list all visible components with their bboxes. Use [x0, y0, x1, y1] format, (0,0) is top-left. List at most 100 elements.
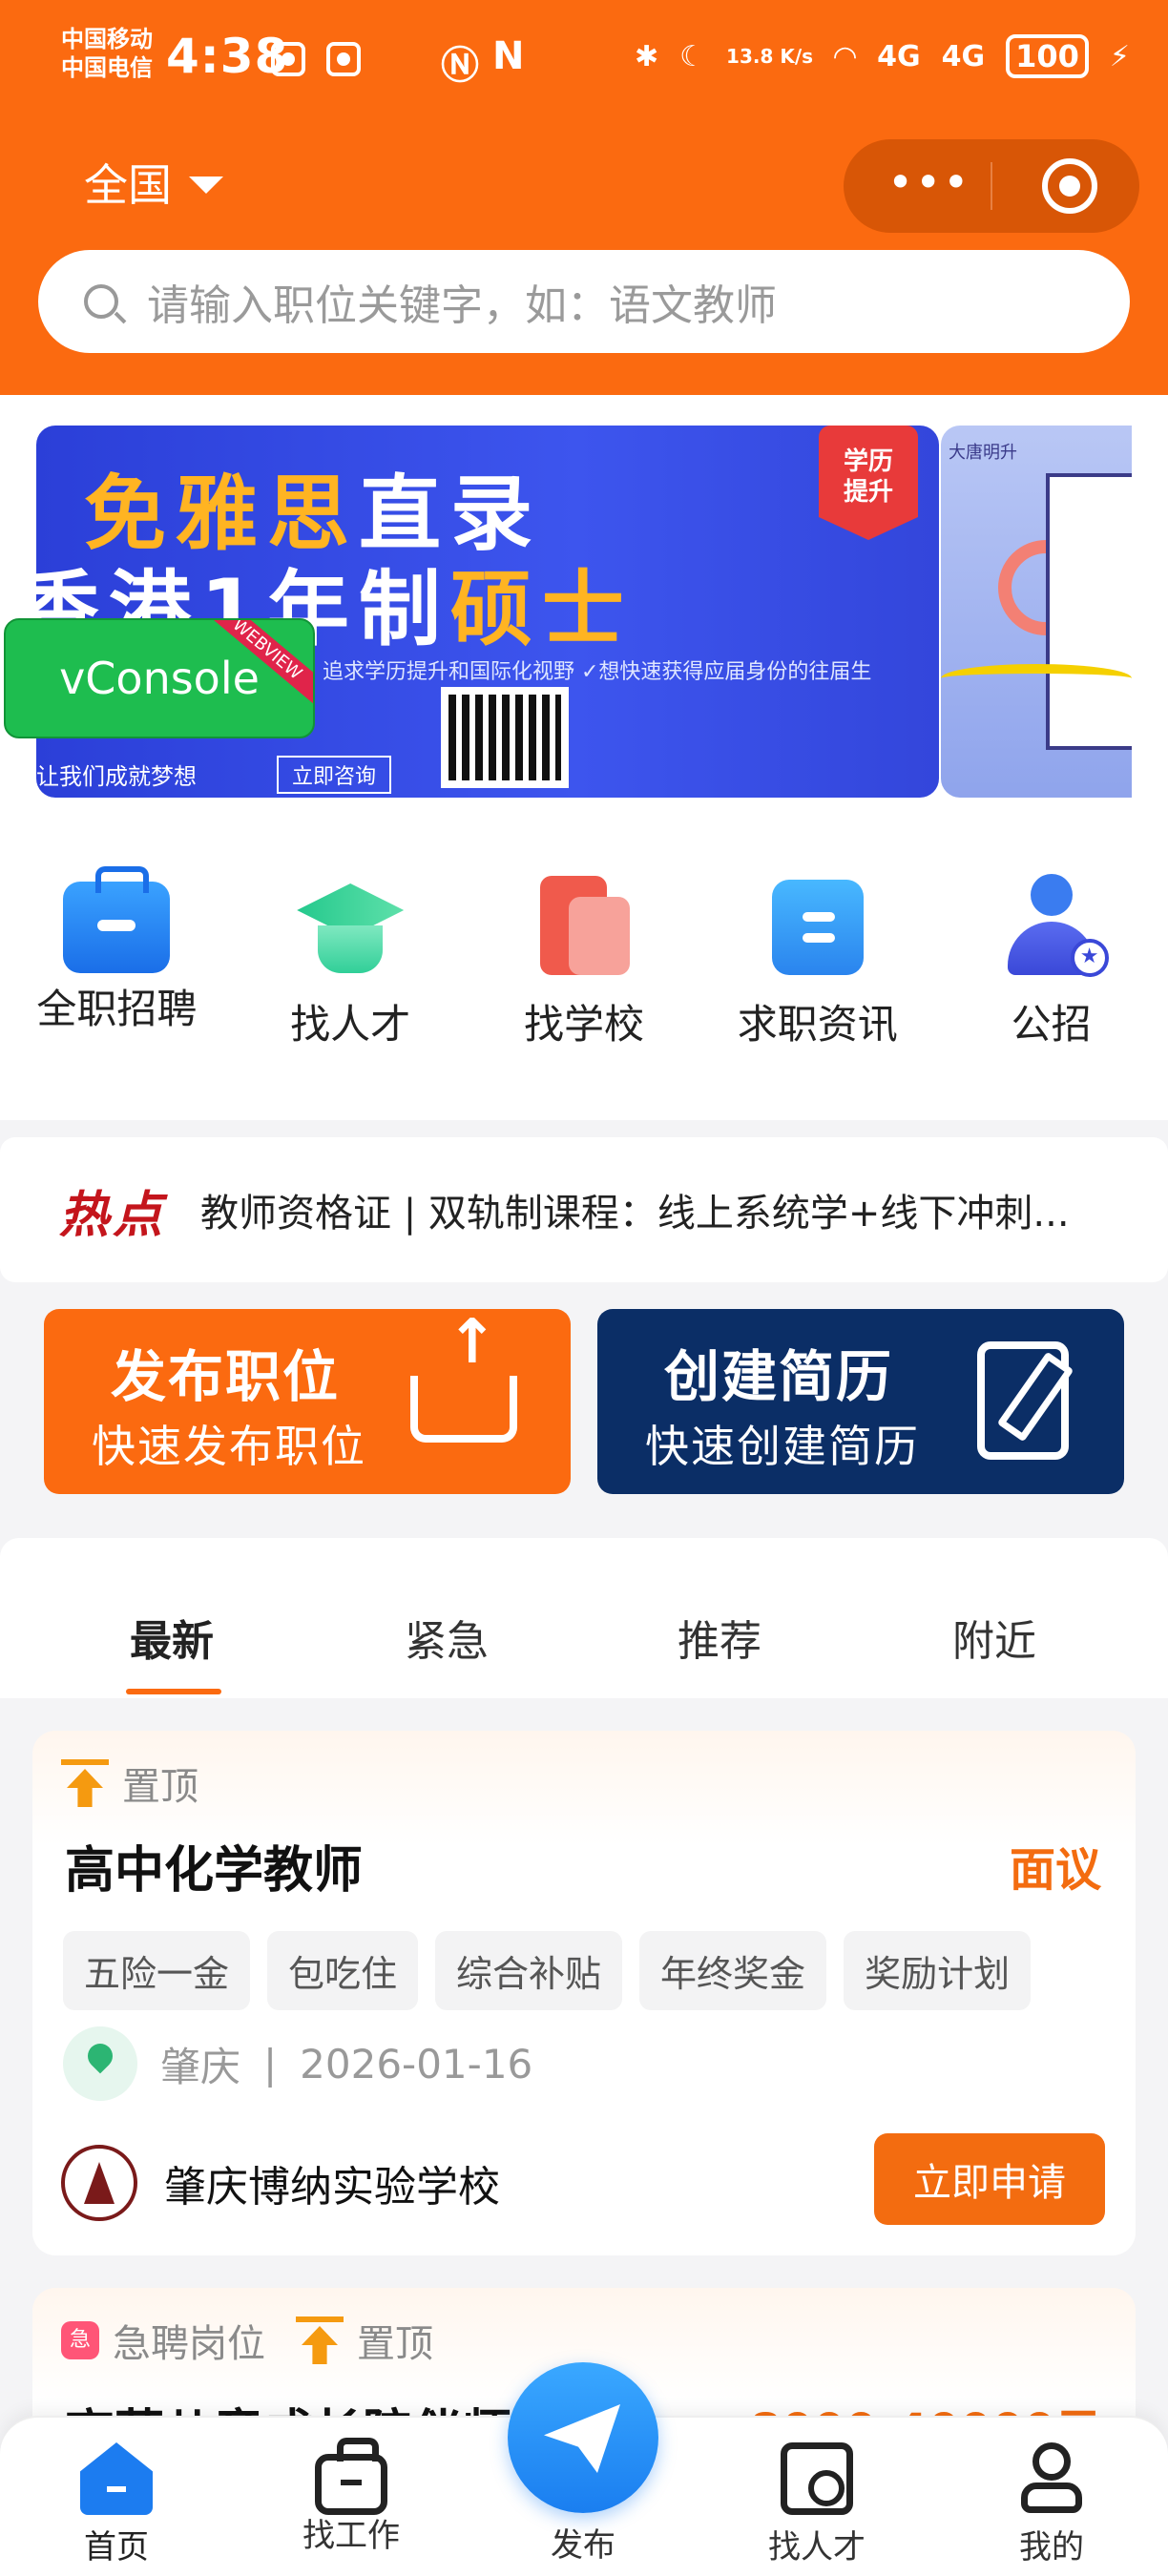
nav-find-talent[interactable]: 找人才 — [740, 2442, 893, 2567]
feature-news[interactable]: 求职资讯 — [713, 872, 923, 1050]
tab-nearby[interactable]: 附近 — [952, 1607, 1036, 1668]
apply-button[interactable]: 立即申请 — [874, 2133, 1105, 2225]
nfc-icon: Ⓝ — [441, 44, 479, 88]
status-right: ✱ ☾ 13.8 K/s ◠ 4G 4G 100 ⚡ — [635, 34, 1130, 78]
feature-public-recruit[interactable]: ★ 公招 — [947, 872, 1157, 1050]
app-notification-icon — [326, 42, 361, 76]
user-icon — [1015, 2442, 1088, 2515]
person-star-icon: ★ — [998, 872, 1109, 979]
search-bar[interactable]: 请输入职位关键字，如：语文教师 — [38, 250, 1130, 353]
nav-find-job[interactable]: 找工作 — [275, 2438, 428, 2556]
carrier-1: 中国移动 — [61, 26, 153, 52]
news-icon — [764, 872, 871, 979]
separator: | — [263, 2040, 278, 2088]
charging-icon: ⚡ — [1109, 39, 1130, 73]
urgent-label: 急聘岗位 — [113, 2322, 265, 2366]
pin-top-icon — [61, 1759, 109, 1807]
hot-badge: 热点 — [59, 1186, 167, 1244]
job-tag: 综合补贴 — [435, 1931, 623, 2010]
job-city: 肇庆 — [160, 2043, 241, 2090]
nav-home[interactable]: 首页 — [40, 2442, 193, 2567]
briefcase-icon — [315, 2438, 387, 2515]
company-name: 肇庆博纳实验学校 — [164, 2163, 500, 2212]
banner-tag: 学历提升 — [819, 426, 918, 540]
home-icon — [80, 2442, 153, 2515]
banner-section: 免雅思直录 香港1年制硕士 学历提升 追求学历提升和国际化视野 ✓想快速获得应届… — [0, 395, 1168, 1120]
nfc-icon: N — [492, 34, 525, 78]
nav-find-job-label: 找工作 — [302, 2517, 400, 2555]
create-resume-subtitle: 快速创建简历 — [645, 1421, 920, 1472]
tab-recommended[interactable]: 推荐 — [678, 1607, 761, 1668]
carrier-labels: 中国移动 中国电信 — [61, 25, 153, 82]
miniprogram-capsule: ••• — [844, 139, 1139, 233]
qr-code — [441, 687, 569, 788]
banner-consult-button[interactable]: 立即咨询 — [277, 756, 392, 794]
post-job-subtitle: 快速发布职位 — [92, 1421, 366, 1472]
upload-tray-icon — [410, 1307, 517, 1443]
feature-talent[interactable]: 找人才 — [245, 872, 455, 1050]
job-tag: 包吃住 — [267, 1931, 419, 2010]
banner2-paper — [1046, 473, 1132, 750]
pinned-label: 置顶 — [357, 2322, 433, 2366]
header: 中国移动 中国电信 4:38 Ⓝ N ✱ ☾ 13.8 K/s ◠ 4G 4G … — [0, 0, 1168, 395]
job-title: 高中化学教师 — [65, 1842, 364, 1900]
feature-label: 找学校 — [523, 1001, 644, 1048]
job-tag: 五险一金 — [63, 1931, 251, 2010]
region-label: 全国 — [84, 159, 172, 211]
nav-find-talent-label: 找人才 — [768, 2528, 866, 2566]
graduation-cap-icon — [297, 872, 404, 979]
carrier-2: 中国电信 — [61, 54, 153, 81]
moon-icon: ☾ — [679, 39, 706, 73]
feature-label: 求职资讯 — [737, 1001, 898, 1048]
nav-mine[interactable]: 我的 — [975, 2442, 1128, 2567]
job-tag: 年终奖金 — [639, 1931, 827, 2010]
bluetooth-icon: ✱ — [634, 39, 659, 73]
publish-button[interactable] — [508, 2362, 658, 2513]
feature-label: 找人才 — [290, 1001, 411, 1048]
close-target-icon[interactable] — [1042, 158, 1097, 214]
publish-label: 发布 — [551, 2526, 615, 2565]
banner2-wave — [941, 664, 1132, 693]
promo-banner-next[interactable]: 大唐明升 — [941, 426, 1132, 798]
feature-school[interactable]: 找学校 — [479, 872, 689, 1050]
company-row: 肇庆博纳实验学校 — [61, 2145, 500, 2221]
vconsole-button[interactable]: vConsole WEBVIEW — [4, 618, 315, 738]
nav-mine-label: 我的 — [1019, 2528, 1084, 2566]
nav-home-label: 首页 — [84, 2528, 149, 2566]
capsule-divider — [991, 162, 992, 210]
caret-down-icon — [189, 177, 223, 194]
hot-news-bar[interactable]: 热点 教师资格证 | 双轨制课程：线上系统学+线下冲刺... — [0, 1137, 1168, 1282]
post-job-card[interactable]: 发布职位 快速发布职位 — [44, 1307, 571, 1494]
feature-label: 公招 — [1011, 1001, 1092, 1048]
battery-icon: 100 — [1006, 34, 1089, 78]
pinned-label: 置顶 — [122, 1765, 198, 1809]
tab-latest[interactable]: 最新 — [130, 1607, 214, 1668]
status-bar: 中国移动 中国电信 4:38 Ⓝ N ✱ ☾ 13.8 K/s ◠ 4G 4G … — [0, 0, 1168, 122]
hot-text: 教师资格证 | 双轨制课程：线上系统学+线下冲刺... — [200, 1192, 1070, 1236]
search-input[interactable]: 请输入职位关键字，如：语文教师 — [147, 271, 777, 332]
job-tags: 五险一金 包吃住 综合补贴 年终奖金 奖励计划 — [63, 1931, 1032, 2010]
briefcase-icon — [63, 866, 171, 973]
tab-indicator — [126, 1689, 221, 1694]
promo-banner[interactable]: 免雅思直录 香港1年制硕士 学历提升 追求学历提升和国际化视野 ✓想快速获得应届… — [36, 426, 939, 798]
vconsole-label: vConsole — [59, 653, 260, 704]
job-date: 2026-01-16 — [300, 2040, 533, 2088]
banner-subtitle: 追求学历提升和国际化视野 ✓想快速获得应届身份的往届生 — [323, 660, 872, 684]
tab-urgent[interactable]: 紧急 — [405, 1607, 489, 1668]
urgent-icon: 急 — [61, 2321, 99, 2359]
location-pin-icon — [63, 2026, 137, 2101]
create-resume-card[interactable]: 创建简历 快速创建简历 — [597, 1309, 1124, 1494]
feature-fulltime[interactable]: 全职招聘 — [11, 866, 221, 1050]
region-selector[interactable]: 全国 — [84, 151, 223, 214]
company-logo — [61, 2145, 137, 2221]
more-icon[interactable]: ••• — [887, 160, 970, 204]
pinned-row: 置顶 — [61, 1755, 198, 1811]
job-card[interactable]: 置顶 高中化学教师 面议 五险一金 包吃住 综合补贴 年终奖金 奖励计划 肇庆 … — [32, 1731, 1136, 2255]
pinned-row: 急 急聘岗位 置顶 — [61, 2313, 433, 2368]
search-icon — [84, 284, 118, 319]
post-job-title: 发布职位 — [111, 1344, 341, 1409]
create-resume-title: 创建简历 — [664, 1344, 894, 1409]
wifi-icon: ◠ — [834, 39, 857, 73]
talent-search-icon — [781, 2442, 853, 2515]
banner2-logo: 大唐明升 — [949, 443, 1017, 463]
